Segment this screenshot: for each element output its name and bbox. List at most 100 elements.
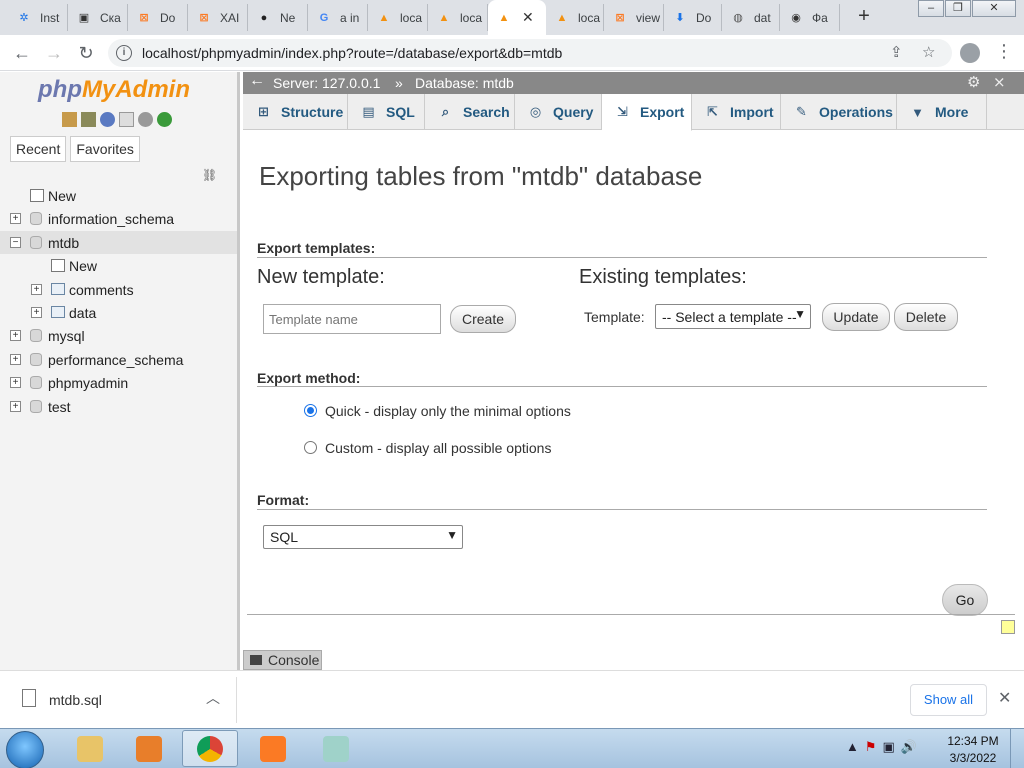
expand-icon[interactable]: + <box>10 377 21 389</box>
tab-close-icon[interactable]: ✕ <box>522 9 534 26</box>
tab-more[interactable]: ▼ More <box>897 94 987 130</box>
tree-item-label[interactable]: comments <box>69 282 134 298</box>
go-button[interactable]: Go <box>942 584 988 616</box>
reload-nav-icon[interactable] <box>157 112 172 127</box>
window-close-button[interactable]: ✕ <box>972 0 1016 17</box>
collapse-nav-icon[interactable]: ← <box>249 72 265 90</box>
browser-tab[interactable]: ▣ Ска <box>68 4 128 31</box>
tree-item[interactable]: + test <box>0 395 237 418</box>
browser-tab[interactable]: ▲ loca <box>546 4 604 31</box>
bookmark-star-icon[interactable]: ☆ <box>922 43 935 61</box>
console-toggle[interactable]: Console <box>243 650 322 670</box>
site-info-icon[interactable]: i <box>116 45 132 61</box>
notepad-taskbar-icon[interactable] <box>308 730 364 767</box>
forward-icon[interactable]: → <box>42 41 66 65</box>
favorites-tab[interactable]: Favorites <box>70 136 140 162</box>
tab-sql[interactable]: ▤ SQL <box>348 94 425 130</box>
breadcrumb-database[interactable]: Database: mtdb <box>415 75 514 91</box>
collapse-top-icon[interactable]: ⨯ <box>993 73 1006 91</box>
browser-tab[interactable]: ⬇ Do <box>664 4 722 31</box>
expand-icon[interactable]: + <box>31 306 42 318</box>
browser-tab[interactable]: ✲ Inst <box>8 4 68 31</box>
settings-icon[interactable] <box>138 112 153 127</box>
tray-expand-icon[interactable]: ▲ <box>846 739 859 755</box>
tree-item[interactable]: New <box>0 254 237 277</box>
minimize-button[interactable]: – <box>918 0 944 17</box>
browser-tab[interactable]: ⊠ XAI <box>188 4 248 31</box>
tab-export[interactable]: ⇲ Export <box>602 94 692 131</box>
new-tab-button[interactable]: + <box>852 5 876 29</box>
network-icon[interactable]: ▣ <box>883 739 895 755</box>
page-settings-icon[interactable] <box>1001 620 1015 634</box>
back-icon[interactable]: ← <box>10 41 34 65</box>
tab-import[interactable]: ⇱ Import <box>692 94 781 130</box>
chrome-taskbar-icon[interactable] <box>182 730 238 767</box>
show-desktop-button[interactable] <box>1010 729 1024 768</box>
custom-option-label[interactable]: Custom - display all possible options <box>325 440 551 456</box>
format-select[interactable]: SQL ▼ <box>263 525 463 549</box>
browser-tab[interactable]: ▲ ✕ <box>488 0 546 35</box>
tree-item[interactable]: + phpmyadmin <box>0 371 237 394</box>
browser-tab[interactable]: ⊠ Do <box>128 4 188 31</box>
tree-item-label[interactable]: mtdb <box>48 235 79 251</box>
tab-query[interactable]: ◎ Query <box>515 94 602 130</box>
tree-item[interactable]: + mysql <box>0 324 237 347</box>
tree-item[interactable]: New <box>0 184 237 207</box>
tree-item[interactable]: − mtdb <box>0 230 237 255</box>
expand-icon[interactable]: + <box>31 283 42 295</box>
download-item[interactable]: mtdb.sql <box>49 692 102 708</box>
browser-tab[interactable]: ▲ loca <box>428 4 488 31</box>
collapse-icon[interactable]: − <box>10 236 21 248</box>
restore-button[interactable]: ❐ <box>945 0 971 17</box>
quick-radio[interactable] <box>304 404 317 417</box>
chevron-up-icon[interactable]: ︿ <box>206 688 220 708</box>
delete-template-button[interactable]: Delete <box>894 303 958 331</box>
xampp-taskbar-icon[interactable] <box>245 730 301 767</box>
help-icon[interactable] <box>100 112 115 127</box>
browser-tab[interactable]: ▲ loca <box>368 4 428 31</box>
tree-item[interactable]: + performance_schema <box>0 348 237 371</box>
tree-item-label[interactable]: mysql <box>48 328 85 344</box>
recent-tab[interactable]: Recent <box>10 136 67 162</box>
url-text[interactable]: localhost/phpmyadmin/index.php?route=/da… <box>142 45 562 61</box>
volume-icon[interactable]: 🔊 <box>901 739 917 755</box>
update-template-button[interactable]: Update <box>822 303 890 331</box>
expand-icon[interactable]: + <box>10 353 21 365</box>
template-name-input[interactable] <box>263 304 441 334</box>
action-center-icon[interactable]: ⚑ <box>865 739 877 755</box>
tab-structure[interactable]: ⊞ Structure <box>243 94 348 130</box>
exit-icon[interactable] <box>81 112 96 127</box>
profile-avatar[interactable] <box>960 43 980 63</box>
browser-tab[interactable]: ⊠ view <box>604 4 664 31</box>
tree-item-label[interactable]: New <box>69 258 97 274</box>
tree-item[interactable]: + comments <box>0 278 237 301</box>
tree-item-label[interactable]: phpmyadmin <box>48 375 128 391</box>
phpmyadmin-logo[interactable]: phpMyAdmin <box>38 76 190 104</box>
template-select[interactable]: -- Select a template -- ▼ <box>655 304 811 329</box>
close-shelf-icon[interactable]: ✕ <box>998 688 1011 708</box>
share-icon[interactable]: ⇪ <box>890 43 903 61</box>
tree-item[interactable]: + data <box>0 301 237 324</box>
browser-menu-icon[interactable]: ⋮ <box>995 41 1013 62</box>
tab-search[interactable]: ⌕ Search <box>425 94 515 130</box>
address-bar[interactable]: i localhost/phpmyadmin/index.php?route=/… <box>108 39 952 67</box>
docs-icon[interactable] <box>119 112 134 127</box>
tree-item-label[interactable]: test <box>48 399 71 415</box>
system-clock[interactable]: 12:34 PM 3/3/2022 <box>944 733 1002 767</box>
show-all-button[interactable]: Show all <box>910 684 987 716</box>
browser-tab[interactable]: ● Ne <box>248 4 308 31</box>
tab-operations[interactable]: ✎ Operations <box>781 94 897 130</box>
media-player-taskbar-icon[interactable] <box>121 730 177 767</box>
reload-icon[interactable]: ↻ <box>74 41 98 65</box>
explorer-taskbar-icon[interactable] <box>62 730 118 767</box>
create-template-button[interactable]: Create <box>450 305 516 333</box>
quick-option-label[interactable]: Quick - display only the minimal options <box>325 403 571 419</box>
home-icon[interactable] <box>62 112 77 127</box>
custom-radio[interactable] <box>304 441 317 454</box>
breadcrumb-server[interactable]: Server: 127.0.0.1 <box>273 75 380 91</box>
browser-tab[interactable]: ◍ dat <box>722 4 780 31</box>
tree-item[interactable]: + information_schema <box>0 207 237 230</box>
tree-item-label[interactable]: information_schema <box>48 211 174 227</box>
browser-tab[interactable]: ◉ Фа <box>780 4 840 31</box>
expand-icon[interactable]: + <box>10 400 21 412</box>
